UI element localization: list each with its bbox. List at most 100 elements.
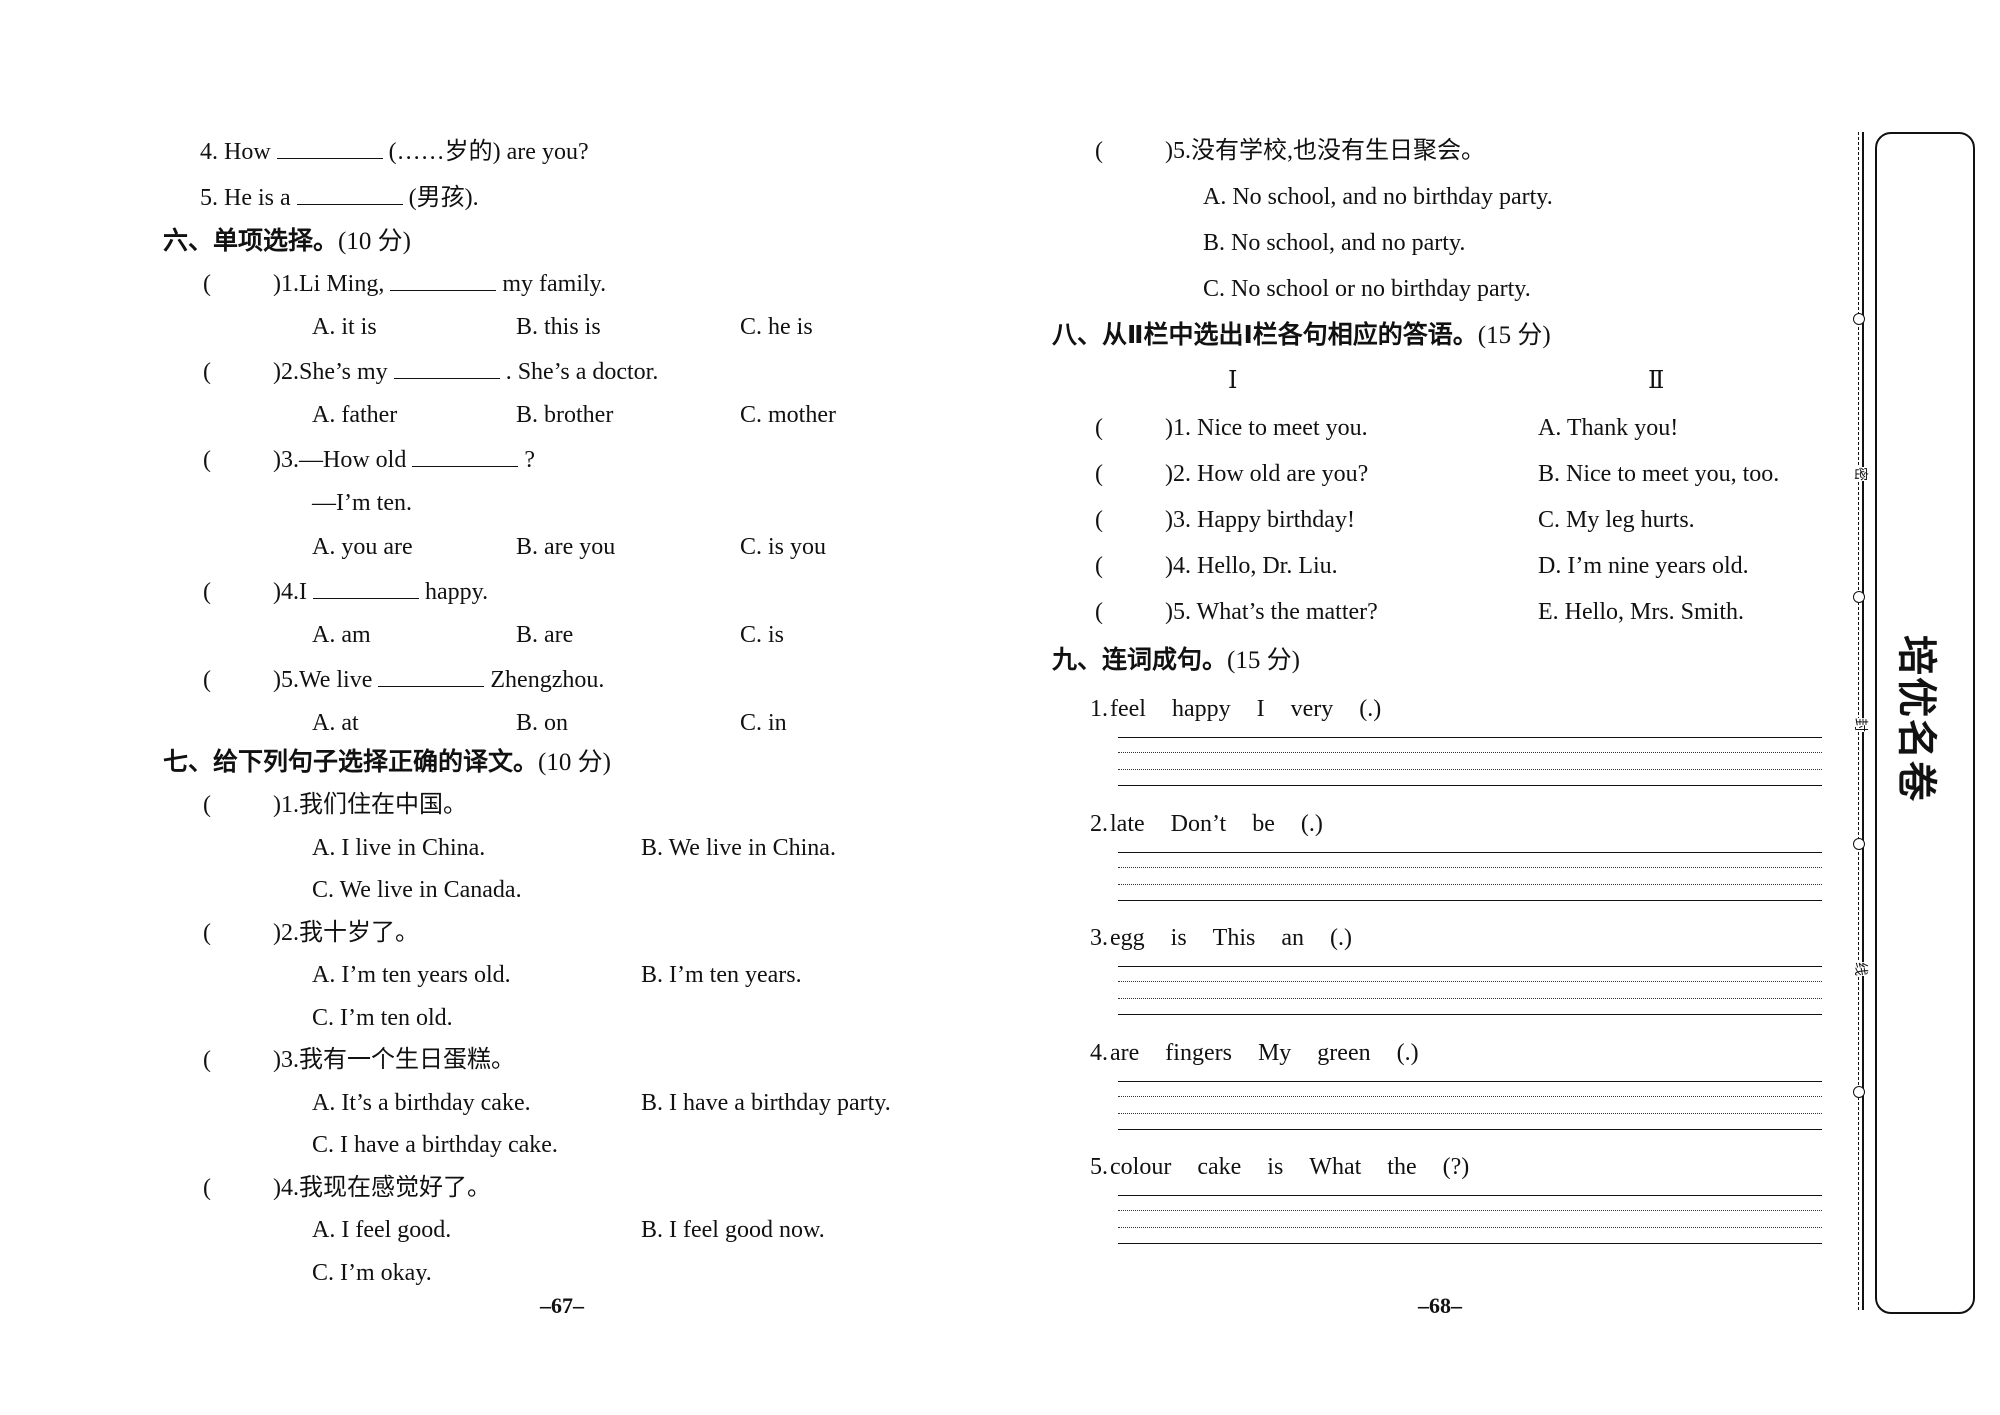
writing-line-guide[interactable] [1118,1227,1822,1228]
scrambled-word: (.) [1300,810,1323,837]
writing-line-top[interactable] [1118,1080,1822,1082]
column-2-header: Ⅱ [1648,368,1665,394]
writing-line-guide[interactable] [1118,769,1822,770]
writing-line-guide[interactable] [1118,998,1822,999]
binding-hole-icon [1853,313,1865,325]
option-b[interactable]: B. I’m ten years. [641,960,802,990]
writing-line-bottom[interactable] [1118,1128,1822,1130]
option-a[interactable]: A. I’m ten years old. [312,960,511,990]
writing-line-bottom[interactable] [1118,1243,1822,1244]
answer-paren[interactable]: ( [203,577,273,607]
scrambled-word: Don’t [1170,810,1227,837]
option-b[interactable]: B. are [516,620,573,650]
option-c[interactable]: C. I’m ten old. [312,1003,453,1033]
option-b[interactable]: B. No school, and no party. [1203,228,1465,258]
option-c[interactable]: C. he is [740,312,813,342]
sentence-item: 3.egg is This an (.) [1090,923,1378,953]
writing-line-top[interactable] [1118,1195,1822,1196]
question-row: ()4.我现在感觉好了。 [203,1173,491,1203]
scrambled-word: This [1212,925,1256,951]
answer-blank[interactable] [276,136,383,159]
question-row: ()3.我有一个生日蛋糕。 [203,1045,515,1075]
matching-question: )3. Happy birthday! [1165,507,1355,533]
option-c[interactable]: C. is you [740,532,826,562]
option-c[interactable]: C. I have a birthday cake. [312,1130,558,1160]
option-b[interactable]: B. We live in China. [641,833,836,863]
answer-paren[interactable]: ( [203,918,273,948]
option-b[interactable]: B. I have a birthday party. [641,1088,891,1118]
scrambled-word: (?) [1442,1154,1470,1180]
answer-blank[interactable] [412,444,519,467]
writing-line-guide[interactable] [1118,981,1822,982]
scrambled-word: My [1257,1039,1292,1066]
writing-line-top[interactable] [1118,851,1822,853]
option-c[interactable]: C. is [740,620,784,650]
scrambled-word: very [1290,696,1334,722]
answer-paren[interactable]: ( [203,665,273,695]
option-b[interactable]: B. are you [516,532,615,562]
option-a[interactable]: A. at [312,708,359,738]
option-c[interactable]: C. I’m okay. [312,1258,432,1288]
option-b[interactable]: B. I feel good now. [641,1215,825,1245]
answer-paren[interactable]: ( [1095,413,1165,443]
answer-blank[interactable] [378,664,485,687]
question-row: ()1.Li Ming, my family. [203,268,606,299]
writing-line-top[interactable] [1118,966,1822,967]
scrambled-word: I [1256,696,1265,722]
answer-paren[interactable]: ( [203,357,273,387]
answer-paren[interactable]: ( [203,1045,273,1075]
answer-blank[interactable] [296,182,403,205]
writing-line-top[interactable] [1118,737,1822,738]
option-c[interactable]: C. in [740,708,787,738]
option-a[interactable]: A. I feel good. [312,1215,451,1245]
answer-paren[interactable]: ( [1095,551,1165,581]
question-number: )4. [273,1174,299,1201]
writing-line-bottom[interactable] [1118,899,1822,901]
option-c[interactable]: C. No school or no birthday party. [1203,274,1531,304]
option-a[interactable]: A. you are [312,532,413,562]
item-number: 1. [1090,696,1108,722]
option-b[interactable]: B. brother [516,400,613,430]
question-stem-end: happy. [425,579,489,605]
question-number: )1. [273,792,299,818]
writing-line-guide[interactable] [1118,1095,1822,1097]
writing-line-guide[interactable] [1118,883,1822,885]
answer-paren[interactable]: ( [203,269,273,299]
section-6-heading: 六、单项选择。(10 分) [163,226,411,255]
sentence-item: 4.are fingers My green (.) [1090,1038,1445,1068]
option-a[interactable]: A. I live in China. [312,833,485,863]
scrambled-word: are [1110,1039,1140,1066]
writing-line-guide[interactable] [1118,752,1822,753]
answer-paren[interactable]: ( [203,445,273,475]
writing-line-guide[interactable] [1118,866,1822,868]
option-a[interactable]: A. it is [312,312,377,342]
answer-paren[interactable]: ( [1095,597,1165,627]
option-c[interactable]: C. We live in Canada. [312,875,522,905]
matching-item: ()3. Happy birthday! [1095,505,1355,535]
option-a[interactable]: A. am [312,620,371,650]
option-c[interactable]: C. mother [740,400,836,430]
writing-line-guide[interactable] [1118,1210,1822,1211]
answer-paren[interactable]: ( [1095,505,1165,535]
answer-paren[interactable]: ( [1095,136,1165,166]
answer-paren[interactable]: ( [203,790,273,820]
sentence-item: 2.late Don’t be (.) [1090,809,1349,839]
writing-line-bottom[interactable] [1118,785,1822,786]
option-b[interactable]: B. on [516,708,568,738]
answer-blank[interactable] [393,356,500,379]
option-a[interactable]: A. It’s a birthday cake. [312,1088,531,1118]
answer-paren[interactable]: ( [203,1173,273,1203]
scrambled-word: (.) [1330,925,1352,951]
option-a[interactable]: A. No school, and no birthday party. [1203,182,1553,212]
scrambled-word: green [1317,1039,1371,1066]
answer-paren[interactable]: ( [1095,459,1165,489]
fill-item-4: 4. How (……岁的) are you? [200,136,589,167]
option-b[interactable]: B. this is [516,312,601,342]
page-number-left: –67– [540,1293,584,1318]
question-stem: 我们住在中国。 [299,792,467,818]
answer-blank[interactable] [313,576,419,599]
writing-line-guide[interactable] [1118,1112,1822,1114]
option-a[interactable]: A. father [312,400,397,430]
writing-line-bottom[interactable] [1118,1014,1822,1015]
answer-blank[interactable] [390,268,497,291]
